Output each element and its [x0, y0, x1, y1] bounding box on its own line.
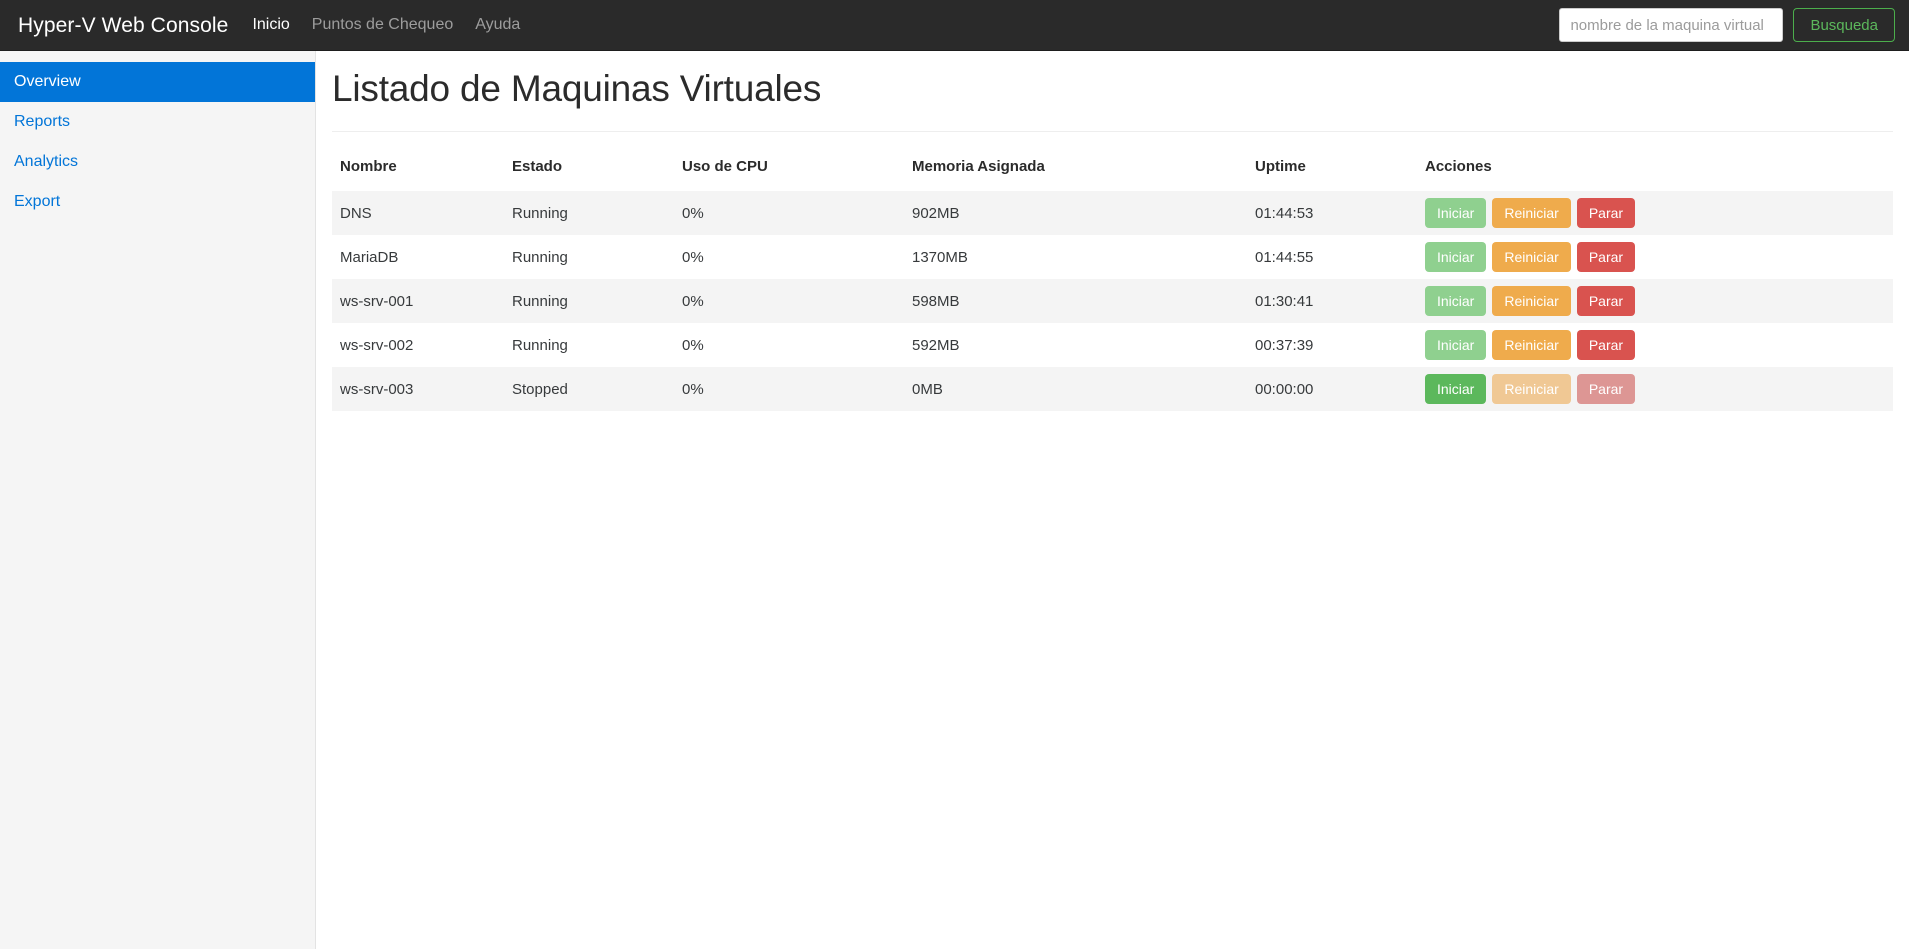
sidebar: Overview Reports Analytics Export — [0, 51, 316, 949]
cell-actions: IniciarReiniciarParar — [1417, 191, 1893, 235]
start-button[interactable]: Iniciar — [1425, 374, 1486, 404]
cell-vm-uptime: 01:44:53 — [1247, 191, 1417, 235]
stop-button[interactable]: Parar — [1577, 242, 1635, 272]
start-button[interactable]: Iniciar — [1425, 198, 1486, 228]
table-row: ws-srv-002Running0%592MB00:37:39 IniciarR… — [332, 323, 1893, 367]
sidebar-item-overview[interactable]: Overview — [0, 62, 315, 102]
start-button[interactable]: Iniciar — [1425, 330, 1486, 360]
stop-button[interactable]: Parar — [1577, 330, 1635, 360]
cell-actions: IniciarReiniciarParar — [1417, 367, 1893, 411]
brand-title[interactable]: Hyper-V Web Console — [18, 15, 228, 36]
sidebar-item-export[interactable]: Export — [0, 182, 315, 222]
cell-vm-cpu: 0% — [674, 367, 904, 411]
column-header-memoria: Memoria Asignada — [904, 150, 1247, 191]
cell-vm-name: ws-srv-001 — [332, 279, 504, 323]
table-row: ws-srv-001Running0%598MB01:30:41 IniciarR… — [332, 279, 1893, 323]
cell-vm-memory: 0MB — [904, 367, 1247, 411]
search-input[interactable] — [1559, 8, 1783, 42]
cell-vm-cpu: 0% — [674, 323, 904, 367]
column-header-cpu: Uso de CPU — [674, 150, 904, 191]
nav-link-inicio[interactable]: Inicio — [252, 16, 289, 34]
stop-button[interactable]: Parar — [1577, 286, 1635, 316]
action-button-group: IniciarReiniciarParar — [1425, 330, 1885, 360]
cell-vm-cpu: 0% — [674, 279, 904, 323]
table-row: ws-srv-003Stopped0%0MB00:00:00 IniciarRei… — [332, 367, 1893, 411]
table-body: DNSRunning0%902MB01:44:53IniciarReinicia… — [332, 191, 1893, 411]
table-row: DNSRunning0%902MB01:44:53 IniciarReinicia… — [332, 191, 1893, 235]
cell-vm-name: ws-srv-002 — [332, 323, 504, 367]
column-header-nombre: Nombre — [332, 150, 504, 191]
cell-vm-uptime: 01:44:55 — [1247, 235, 1417, 279]
cell-vm-cpu: 0% — [674, 235, 904, 279]
page-title: Listado de Maquinas Virtuales — [332, 51, 1893, 123]
action-button-group: IniciarReiniciarParar — [1425, 286, 1885, 316]
cell-vm-name: ws-srv-003 — [332, 367, 504, 411]
cell-vm-cpu: 0% — [674, 191, 904, 235]
cell-vm-memory: 592MB — [904, 323, 1247, 367]
nav-link-puntos-de-chequeo[interactable]: Puntos de Chequeo — [312, 16, 453, 34]
table-header-row: Nombre Estado Uso de CPU Memoria Asignad… — [332, 150, 1893, 191]
cell-vm-state: Running — [504, 191, 674, 235]
main-content: Listado de Maquinas Virtuales Nombre Est… — [316, 51, 1909, 949]
stop-button[interactable]: Parar — [1577, 198, 1635, 228]
stop-button[interactable]: Parar — [1577, 374, 1635, 404]
column-header-estado: Estado — [504, 150, 674, 191]
search-form: Busqueda — [1559, 8, 1895, 42]
sidebar-item-reports[interactable]: Reports — [0, 102, 315, 142]
cell-actions: IniciarReiniciarParar — [1417, 279, 1893, 323]
action-button-group: IniciarReiniciarParar — [1425, 198, 1885, 228]
start-button[interactable]: Iniciar — [1425, 286, 1486, 316]
action-button-group: IniciarReiniciarParar — [1425, 242, 1885, 272]
navbar-links: Inicio Puntos de Chequeo Ayuda — [252, 16, 520, 34]
cell-vm-name: DNS — [332, 191, 504, 235]
restart-button[interactable]: Reiniciar — [1492, 330, 1570, 360]
start-button[interactable]: Iniciar — [1425, 242, 1486, 272]
title-divider — [332, 131, 1893, 132]
cell-vm-uptime: 00:00:00 — [1247, 367, 1417, 411]
cell-vm-memory: 902MB — [904, 191, 1247, 235]
cell-actions: IniciarReiniciarParar — [1417, 323, 1893, 367]
sidebar-item-analytics[interactable]: Analytics — [0, 142, 315, 182]
column-header-uptime: Uptime — [1247, 150, 1417, 191]
search-button[interactable]: Busqueda — [1793, 8, 1895, 42]
cell-vm-state: Running — [504, 323, 674, 367]
restart-button[interactable]: Reiniciar — [1492, 286, 1570, 316]
cell-vm-name: MariaDB — [332, 235, 504, 279]
restart-button[interactable]: Reiniciar — [1492, 198, 1570, 228]
cell-vm-uptime: 01:30:41 — [1247, 279, 1417, 323]
table-row: MariaDBRunning0%1370MB01:44:55 IniciarRei… — [332, 235, 1893, 279]
cell-vm-state: Running — [504, 235, 674, 279]
cell-vm-state: Stopped — [504, 367, 674, 411]
cell-vm-state: Running — [504, 279, 674, 323]
table-header: Nombre Estado Uso de CPU Memoria Asignad… — [332, 150, 1893, 191]
top-navbar: Hyper-V Web Console Inicio Puntos de Che… — [0, 0, 1909, 51]
restart-button[interactable]: Reiniciar — [1492, 242, 1570, 272]
virtual-machines-table: Nombre Estado Uso de CPU Memoria Asignad… — [332, 150, 1893, 411]
nav-link-ayuda[interactable]: Ayuda — [475, 16, 520, 34]
restart-button[interactable]: Reiniciar — [1492, 374, 1570, 404]
action-button-group: IniciarReiniciarParar — [1425, 374, 1885, 404]
column-header-acciones: Acciones — [1417, 150, 1893, 191]
cell-vm-uptime: 00:37:39 — [1247, 323, 1417, 367]
cell-actions: IniciarReiniciarParar — [1417, 235, 1893, 279]
cell-vm-memory: 598MB — [904, 279, 1247, 323]
cell-vm-memory: 1370MB — [904, 235, 1247, 279]
